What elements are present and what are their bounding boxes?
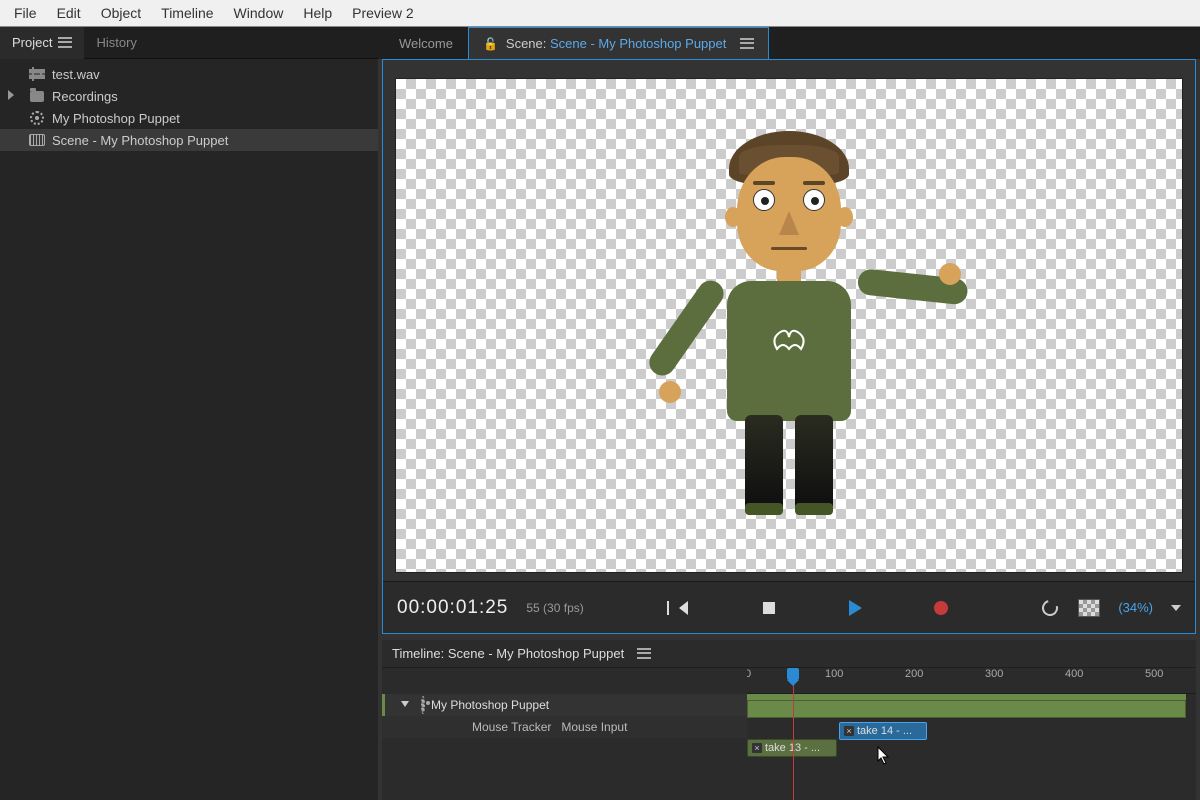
timeline-track-behaviors[interactable]: Mouse Tracker Mouse Input: [382, 716, 747, 738]
puppet-icon: [421, 698, 425, 712]
project-item-audio[interactable]: test.wav: [0, 63, 378, 85]
project-panel: Project History test.wav Recordings My P…: [0, 27, 378, 800]
play-icon: [849, 600, 862, 616]
record-icon: [934, 601, 948, 615]
puppet-character: [659, 131, 919, 521]
project-item-folder[interactable]: Recordings: [0, 85, 378, 107]
lock-icon: 🔓: [483, 37, 498, 51]
zoom-level[interactable]: (34%): [1118, 600, 1153, 615]
scene-icon: [28, 133, 46, 147]
timeline-ruler[interactable]: 0 100 200 300 400 500: [747, 668, 1196, 694]
panel-menu-icon[interactable]: [58, 36, 72, 50]
clip-delete-icon[interactable]: ×: [752, 743, 762, 753]
track-twirl-icon[interactable]: [401, 701, 409, 707]
puppet-track-bar[interactable]: [747, 700, 1186, 718]
timeline-track-headers: My Photoshop Puppet Mouse Tracker Mouse …: [382, 668, 747, 800]
scene-name-link[interactable]: Scene - My Photoshop Puppet: [550, 36, 726, 51]
timeline-clip-take14[interactable]: × take 14 - ...: [839, 722, 927, 740]
fps-display: 55 (30 fps): [526, 601, 583, 615]
menu-timeline[interactable]: Timeline: [151, 2, 223, 24]
project-tab[interactable]: Project: [0, 27, 84, 59]
menubar: File Edit Object Timeline Window Help Pr…: [0, 0, 1200, 27]
menu-preview[interactable]: Preview 2: [342, 2, 423, 24]
menu-window[interactable]: Window: [224, 2, 294, 24]
tab-menu-icon[interactable]: [740, 37, 754, 51]
stop-button[interactable]: [759, 598, 779, 618]
menu-file[interactable]: File: [4, 2, 47, 24]
timeline-tracks-area[interactable]: 0 100 200 300 400 500 ×: [747, 668, 1196, 800]
menu-help[interactable]: Help: [293, 2, 342, 24]
refresh-button[interactable]: [1040, 598, 1060, 618]
play-button[interactable]: [845, 598, 865, 618]
refresh-icon: [1039, 597, 1061, 619]
scene-viewport[interactable]: [395, 78, 1183, 573]
menu-edit[interactable]: Edit: [47, 2, 91, 24]
record-button[interactable]: [931, 598, 951, 618]
timeline-playhead[interactable]: [793, 668, 794, 800]
clip-delete-icon[interactable]: ×: [844, 726, 854, 736]
canvas-tabs: Welcome 🔓 Scene: Scene - My Photoshop Pu…: [378, 27, 1200, 59]
background-toggle[interactable]: [1078, 599, 1100, 617]
scene-viewport-panel: 00:00:01:25 55 (30 fps) (34%): [382, 59, 1196, 634]
folder-icon: [28, 89, 46, 103]
skip-start-button[interactable]: [673, 598, 693, 618]
audio-icon: [28, 67, 46, 81]
timeline-panel: Timeline: Scene - My Photoshop Puppet My…: [382, 640, 1196, 800]
menu-object[interactable]: Object: [91, 2, 151, 24]
scene-tab[interactable]: 🔓 Scene: Scene - My Photoshop Puppet: [468, 27, 769, 59]
project-item-scene[interactable]: Scene - My Photoshop Puppet: [0, 129, 378, 151]
history-tab[interactable]: History: [84, 27, 148, 59]
timeline-track-puppet[interactable]: My Photoshop Puppet: [382, 694, 747, 716]
timeline-menu-icon[interactable]: [637, 647, 651, 661]
stop-icon: [763, 602, 775, 614]
project-item-puppet[interactable]: My Photoshop Puppet: [0, 107, 378, 129]
playback-controls: 00:00:01:25 55 (30 fps) (34%): [383, 581, 1195, 633]
timecode-display[interactable]: 00:00:01:25: [397, 597, 508, 619]
mouse-cursor-icon: [877, 746, 891, 766]
puppet-icon: [28, 111, 46, 125]
project-tree: test.wav Recordings My Photoshop Puppet …: [0, 59, 378, 155]
welcome-tab[interactable]: Welcome: [384, 27, 468, 59]
skip-start-icon: [679, 601, 688, 615]
zoom-dropdown-icon[interactable]: [1171, 605, 1181, 611]
playhead-marker-icon[interactable]: [787, 668, 799, 680]
expand-caret-icon[interactable]: [8, 90, 14, 100]
timeline-title: Timeline: Scene - My Photoshop Puppet: [392, 646, 624, 661]
timeline-clip-take13[interactable]: × take 13 - ...: [747, 739, 837, 757]
